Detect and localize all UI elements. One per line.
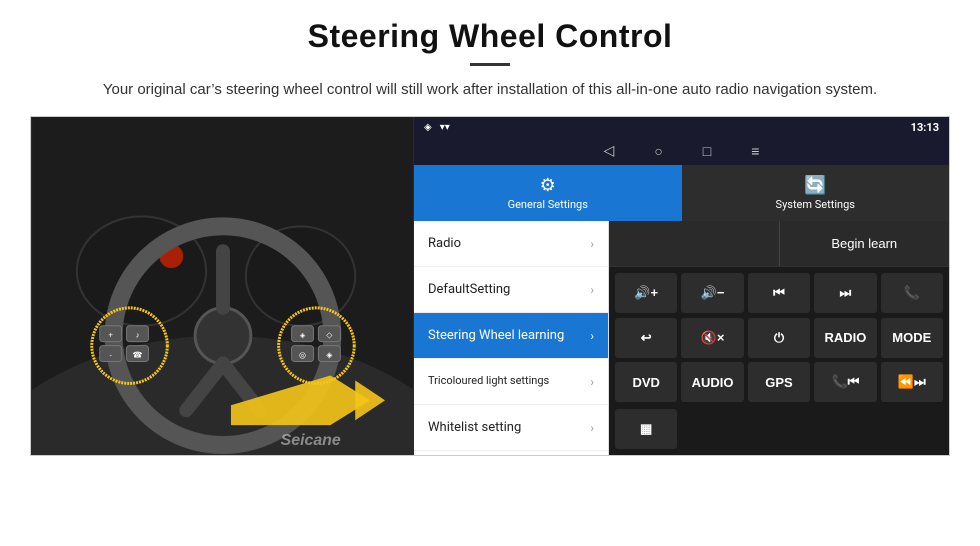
mute-button[interactable]: 🔇× [681, 318, 743, 358]
menu-whitelist-label: Whitelist setting [428, 420, 521, 435]
page-container: Steering Wheel Control Your original car… [0, 0, 980, 466]
status-bar-right: 13:13 [911, 121, 939, 134]
call-prev-button[interactable]: 📞⏮ [814, 362, 876, 402]
call-prev-icon: 📞⏮ [831, 374, 859, 390]
svg-text:◎: ◎ [299, 351, 306, 360]
menu-steering-label: Steering Wheel learning [428, 328, 564, 343]
vol-up-button[interactable]: 🔊+ [615, 273, 677, 313]
mode-label: MODE [892, 330, 931, 345]
status-bar-left: ◈ ▾▾ [424, 122, 450, 133]
svg-text:+: + [108, 331, 113, 340]
phone-button[interactable]: 📞 [881, 273, 943, 313]
next-track-button[interactable]: ⏭ [814, 273, 876, 313]
phone-icon: 📞 [904, 285, 920, 301]
power-icon: ⏻ [774, 330, 784, 346]
menu-panel: Radio › DefaultSetting › Steering Wheel … [414, 221, 609, 455]
begin-learn-row: Begin learn [609, 221, 949, 267]
page-title: Steering Wheel Control [30, 18, 950, 55]
mode-button[interactable]: MODE [881, 318, 943, 358]
svg-text:-: - [110, 353, 112, 360]
vol-down-button[interactable]: 🔊− [681, 273, 743, 313]
prev-track-button[interactable]: ⏮ [748, 273, 810, 313]
svg-text:☎: ☎ [133, 351, 143, 360]
tab-system-settings[interactable]: 🔄 System Settings [682, 165, 950, 221]
menu-radio-label: Radio [428, 236, 461, 251]
svg-text:◈: ◈ [326, 351, 333, 360]
menu-item-tricoloured[interactable]: Tricoloured light settings › [414, 359, 608, 405]
menu-grid-icon: ▦ [640, 421, 652, 437]
menu-item-radio[interactable]: Radio › [414, 221, 608, 267]
menu-default-label: DefaultSetting [428, 282, 510, 297]
menu-whitelist-chevron: › [590, 421, 594, 435]
android-panel: ◈ ▾▾ 13:13 ◁ ○ □ ≡ ⚙ General Settings [414, 117, 949, 455]
svg-text:♪: ♪ [136, 331, 140, 340]
menu-item-steering[interactable]: Steering Wheel learning › [414, 313, 608, 359]
signal-icon: ▾▾ [440, 122, 450, 133]
dvd-button[interactable]: DVD [615, 362, 677, 402]
tab-system-label: System Settings [776, 198, 855, 211]
title-section: Steering Wheel Control Your original car… [30, 18, 950, 102]
title-divider [470, 63, 510, 66]
prev-next-button[interactable]: ⏪⏭ [881, 362, 943, 402]
mute-icon: 🔇× [701, 330, 725, 346]
subtitle: Your original car’s steering wheel contr… [80, 78, 900, 102]
gps-label: GPS [765, 375, 792, 390]
svg-text:◇: ◇ [326, 331, 333, 340]
menu-default-chevron: › [590, 283, 594, 297]
back-button[interactable]: ↩ [615, 318, 677, 358]
menu-nav-icon[interactable]: ≡ [751, 143, 759, 160]
menu-steering-chevron: › [590, 329, 594, 343]
control-panel: Begin learn 🔊+ 🔊− ⏮ [609, 221, 949, 455]
general-settings-icon: ⚙ [540, 175, 556, 196]
recent-nav-icon[interactable]: □ [703, 143, 711, 160]
gps-button[interactable]: GPS [748, 362, 810, 402]
menu-item-whitelist[interactable]: Whitelist setting › [414, 405, 608, 451]
button-grid: 🔊+ 🔊− ⏮ ⏭ 📞 [609, 267, 949, 409]
radio-button[interactable]: RADIO [814, 318, 876, 358]
menu-radio-chevron: › [590, 237, 594, 251]
home-nav-icon[interactable]: ○ [654, 143, 662, 160]
prev-next-icon: ⏪⏭ [898, 374, 926, 390]
location-icon: ◈ [424, 122, 432, 133]
tab-general-label: General Settings [508, 198, 588, 211]
radio-label: RADIO [824, 330, 866, 345]
back-icon: ↩ [641, 330, 652, 346]
dvd-label: DVD [632, 375, 659, 390]
power-button[interactable]: ⏻ [748, 318, 810, 358]
status-bar: ◈ ▾▾ 13:13 [414, 117, 949, 137]
steering-wheel-image: + - ♪ ☎ ◈ ◎ ◇ ◈ [31, 117, 414, 455]
blank-cell [609, 221, 780, 266]
next-track-icon: ⏭ [840, 285, 852, 301]
audio-button[interactable]: AUDIO [681, 362, 743, 402]
svg-text:Seicane: Seicane [281, 432, 341, 449]
tab-general-settings[interactable]: ⚙ General Settings [414, 165, 682, 221]
menu-grid-button[interactable]: ▦ [615, 409, 677, 449]
main-split: Radio › DefaultSetting › Steering Wheel … [414, 221, 949, 455]
menu-tricoloured-label: Tricoloured light settings [428, 374, 549, 388]
menu-tricoloured-chevron: › [590, 375, 594, 389]
menu-item-defaultsetting[interactable]: DefaultSetting › [414, 267, 608, 313]
content-area: + - ♪ ☎ ◈ ◎ ◇ ◈ [30, 116, 950, 456]
vol-down-icon: 🔊− [701, 285, 725, 301]
tabs-row: ⚙ General Settings 🔄 System Settings [414, 165, 949, 221]
time-display: 13:13 [911, 121, 939, 134]
system-settings-icon: 🔄 [804, 175, 826, 196]
vol-up-icon: 🔊+ [634, 285, 658, 301]
bottom-row: ▦ [609, 409, 949, 455]
audio-label: AUDIO [692, 375, 734, 390]
back-nav-icon[interactable]: ◁ [604, 143, 615, 159]
begin-learn-button[interactable]: Begin learn [780, 221, 950, 266]
prev-track-icon: ⏮ [773, 285, 785, 301]
svg-text:◈: ◈ [300, 333, 306, 340]
nav-bar: ◁ ○ □ ≡ [414, 137, 949, 165]
